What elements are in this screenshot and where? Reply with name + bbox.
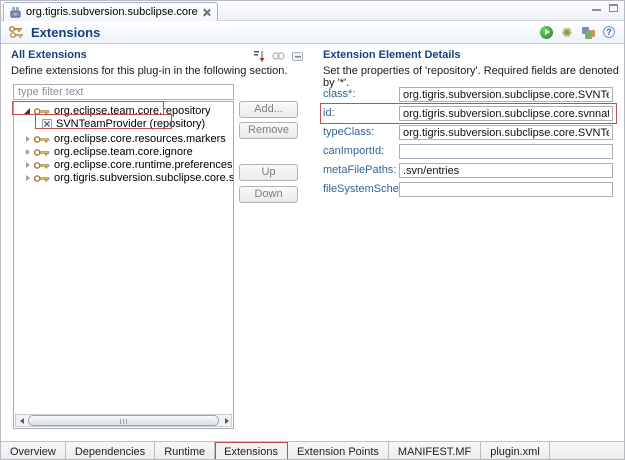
chevron-collapsed-icon[interactable]: [26, 149, 30, 155]
class-label: class*:: [323, 87, 355, 102]
run-icon[interactable]: [539, 25, 553, 39]
tab-dependencies[interactable]: Dependencies: [66, 442, 155, 460]
scrollbar-thumb[interactable]: [28, 415, 219, 426]
editor-tab-title: org.tigris.subversion.subclipse.core: [26, 6, 198, 18]
chevron-collapsed-icon[interactable]: [26, 175, 30, 181]
extension-element-icon: [42, 119, 52, 129]
add-button[interactable]: Add...: [239, 101, 298, 118]
page-title: Extensions: [31, 25, 100, 40]
extension-point-icon: [34, 135, 50, 144]
tree-item-label: org.tigris.subversion.subclipse.core.svn…: [54, 172, 234, 184]
help-icon[interactable]: [602, 25, 616, 39]
gear-icon[interactable]: ✺: [560, 25, 574, 39]
close-icon[interactable]: [202, 8, 211, 17]
metafilepaths-field[interactable]: [399, 163, 613, 178]
extensions-tree[interactable]: org.eclipse.team.core.repository SVNTeam…: [13, 101, 234, 429]
element-details-title: Extension Element Details: [323, 49, 461, 61]
chevron-collapsed-icon[interactable]: [26, 136, 30, 142]
scroll-right-icon[interactable]: [220, 415, 231, 426]
up-button[interactable]: Up: [239, 164, 298, 181]
tree-item-svnteamprovider[interactable]: SVNTeamProvider (repository): [14, 117, 205, 131]
linked-mode-icon[interactable]: [272, 50, 285, 63]
tree-item-label: SVNTeamProvider (repository): [56, 118, 205, 130]
extension-point-icon: [34, 161, 50, 170]
remove-button[interactable]: Remove: [239, 122, 298, 139]
maximize-icon[interactable]: [609, 4, 618, 12]
tab-plugin-xml[interactable]: plugin.xml: [481, 442, 550, 460]
tab-overview[interactable]: Overview: [1, 442, 66, 460]
chevron-expanded-icon[interactable]: [24, 108, 30, 114]
plugin-manifest-editor: org.tigris.subversion.subclipse.core Ext…: [0, 0, 625, 460]
tab-extensions[interactable]: Extensions: [215, 442, 288, 460]
element-details-description: Set the properties of 'repository'. Requ…: [323, 65, 624, 89]
horizontal-scrollbar[interactable]: [15, 414, 232, 427]
extension-point-icon: [34, 148, 50, 157]
tree-item-preferences[interactable]: org.eclipse.core.runtime.preferences: [14, 158, 233, 172]
all-extensions-description: Define extensions for this plug-in in th…: [11, 65, 287, 77]
extensions-page-icon: [9, 25, 25, 39]
editor-page-tabs: Overview Dependencies Runtime Extensions…: [1, 441, 624, 460]
tree-item-markers[interactable]: org.eclipse.core.resources.markers: [14, 132, 226, 146]
typeclass-label: typeClass:: [323, 125, 374, 140]
tree-item-label: org.eclipse.core.runtime.preferences: [54, 159, 233, 171]
tree-item-label: org.eclipse.team.core.repository: [54, 105, 211, 117]
editor-tab-strip: org.tigris.subversion.subclipse.core: [1, 1, 624, 21]
export-icon[interactable]: [581, 25, 595, 39]
tab-runtime[interactable]: Runtime: [155, 442, 215, 460]
filter-input[interactable]: [13, 84, 234, 100]
metafilepaths-label: metaFilePaths:: [323, 163, 396, 178]
sort-alphabetically-icon[interactable]: [253, 50, 266, 63]
id-label: id:: [323, 106, 335, 121]
canimportid-field[interactable]: [399, 144, 613, 159]
tree-item-label: org.eclipse.core.resources.markers: [54, 133, 226, 145]
tree-item-svnpropertytypes[interactable]: org.tigris.subversion.subclipse.core.svn…: [14, 171, 234, 185]
tab-manifest-mf[interactable]: MANIFEST.MF: [389, 442, 481, 460]
minimize-icon[interactable]: [592, 4, 601, 12]
form-header: Extensions ✺: [1, 21, 624, 44]
typeclass-field[interactable]: [399, 125, 613, 140]
all-extensions-title: All Extensions: [11, 49, 87, 61]
tree-item-repository[interactable]: org.eclipse.team.core.repository: [14, 104, 211, 118]
id-field[interactable]: [399, 106, 613, 121]
editor-tab[interactable]: org.tigris.subversion.subclipse.core: [3, 2, 218, 21]
collapse-all-icon[interactable]: [291, 50, 304, 63]
extension-point-icon: [34, 174, 50, 183]
filesystemscheme-field[interactable]: [399, 182, 613, 197]
extension-point-icon: [34, 107, 50, 116]
class-field[interactable]: [399, 87, 613, 102]
plugin-icon: [9, 6, 22, 19]
tree-item-ignore[interactable]: org.eclipse.team.core.ignore: [14, 145, 193, 159]
tree-item-label: org.eclipse.team.core.ignore: [54, 146, 193, 158]
scroll-left-icon[interactable]: [16, 415, 27, 426]
canimportid-label: canImportId:: [323, 144, 384, 159]
down-button[interactable]: Down: [239, 186, 298, 203]
chevron-collapsed-icon[interactable]: [26, 162, 30, 168]
tab-extension-points[interactable]: Extension Points: [288, 442, 389, 460]
